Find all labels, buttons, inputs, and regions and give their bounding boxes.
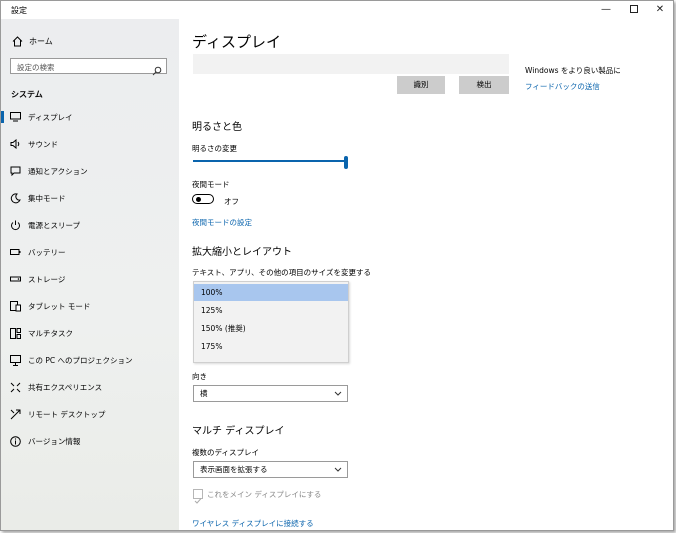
- sidebar-item-remote-desktop[interactable]: リモート デスクトップ: [1, 401, 179, 427]
- sidebar-item-label: 集中モード: [28, 193, 66, 203]
- sidebar-item-label: ストレージ: [28, 274, 66, 284]
- settings-window: 設定 — ✕ ホーム 設定の検索 システム ディスプレイ サウンド 通知とアクシ…: [0, 0, 674, 531]
- maximize-button[interactable]: [621, 3, 647, 17]
- display-preview-area[interactable]: [193, 54, 509, 74]
- sidebar-section-label: システム: [11, 90, 43, 99]
- brightness-slider-track[interactable]: [193, 160, 345, 162]
- detect-button[interactable]: 検出: [459, 76, 509, 94]
- sidebar-item-multitask[interactable]: マルチタスク: [1, 320, 179, 346]
- maximize-icon: [630, 5, 638, 13]
- search-icon: [152, 61, 162, 76]
- notification-icon: [8, 164, 22, 178]
- wireless-display-link[interactable]: ワイヤレス ディスプレイに接続する: [192, 518, 314, 529]
- projection-icon: [8, 353, 22, 367]
- sidebar-item-label: タブレット モード: [28, 301, 91, 311]
- main-display-checkbox-label: これをメイン ディスプレイにする: [207, 490, 322, 499]
- toggle-knob: [196, 197, 201, 202]
- scale-option[interactable]: 100%: [194, 284, 348, 301]
- storage-icon: [8, 272, 22, 286]
- scale-option[interactable]: 150% (推奨): [194, 320, 348, 337]
- window-title: 設定: [11, 6, 27, 15]
- night-mode-toggle[interactable]: [192, 194, 214, 204]
- home-icon: [11, 35, 23, 47]
- remote-desktop-icon: [8, 407, 22, 421]
- sidebar: ホーム 設定の検索 システム ディスプレイ サウンド 通知とアクション 集中モー…: [1, 19, 179, 530]
- sidebar-item-storage[interactable]: ストレージ: [1, 266, 179, 292]
- title-bar: 設定 — ✕: [1, 1, 673, 19]
- scale-option[interactable]: 175%: [194, 338, 348, 355]
- multitask-icon: [8, 326, 22, 340]
- search-placeholder: 設定の検索: [17, 63, 55, 72]
- sidebar-item-battery[interactable]: バッテリー: [1, 239, 179, 265]
- sidebar-item-display[interactable]: ディスプレイ: [1, 104, 179, 130]
- scale-option[interactable]: 125%: [194, 302, 348, 319]
- sidebar-item-shared-experience[interactable]: 共有エクスペリエンス: [1, 374, 179, 400]
- main-display-checkbox[interactable]: [193, 489, 203, 504]
- size-change-label: テキスト、アプリ、その他の項目のサイズを変更する: [192, 268, 371, 277]
- scale-layout-heading: 拡大縮小とレイアウト: [192, 247, 292, 258]
- info-icon: [8, 434, 22, 448]
- sidebar-item-label: ディスプレイ: [28, 112, 73, 122]
- sidebar-item-tablet-mode[interactable]: タブレット モード: [1, 293, 179, 319]
- brightness-label: 明るさの変更: [192, 144, 237, 153]
- sidebar-item-label: リモート デスクトップ: [28, 409, 106, 419]
- speaker-icon: [8, 137, 22, 151]
- brightness-heading: 明るさと色: [192, 122, 242, 133]
- shared-experience-icon: [8, 380, 22, 394]
- minimize-button[interactable]: —: [593, 3, 619, 17]
- brightness-slider-thumb[interactable]: [344, 156, 348, 169]
- monitor-icon: [8, 110, 22, 124]
- multiple-displays-label: 複数のディスプレイ: [192, 448, 259, 457]
- identify-button[interactable]: 識別: [397, 76, 445, 94]
- chevron-down-icon: [333, 386, 343, 401]
- checkmark-icon: [194, 498, 202, 504]
- orientation-label: 向き: [192, 372, 207, 381]
- sidebar-item-focus[interactable]: 集中モード: [1, 185, 179, 211]
- sidebar-item-label: バッテリー: [28, 247, 66, 257]
- feedback-link[interactable]: フィードバックの送信: [525, 81, 600, 92]
- moon-icon: [8, 191, 22, 205]
- orientation-select[interactable]: 横: [193, 385, 348, 402]
- main-content: ディスプレイ 識別 検出 Windows をより良い製品に フィードバックの送信…: [179, 19, 673, 530]
- night-mode-settings-link[interactable]: 夜間モードの設定: [192, 217, 252, 228]
- orientation-value: 横: [200, 389, 208, 398]
- multi-display-heading: マルチ ディスプレイ: [192, 426, 285, 437]
- sidebar-item-projection[interactable]: この PC へのプロジェクション: [1, 347, 179, 373]
- sidebar-item-label: 共有エクスペリエンス: [28, 382, 103, 392]
- close-button[interactable]: ✕: [647, 3, 673, 17]
- multiple-displays-value: 表示画面を拡張する: [200, 465, 268, 474]
- sidebar-item-label: 通知とアクション: [28, 166, 88, 176]
- feedback-text: Windows をより良い製品に: [525, 66, 621, 75]
- sidebar-item-label: バージョン情報: [28, 436, 81, 446]
- night-mode-label: 夜間モード: [192, 180, 230, 189]
- active-indicator: [1, 111, 4, 123]
- sidebar-item-notifications[interactable]: 通知とアクション: [1, 158, 179, 184]
- sidebar-home[interactable]: ホーム: [11, 35, 53, 47]
- search-input[interactable]: 設定の検索: [10, 58, 167, 76]
- night-mode-state: オフ: [224, 197, 239, 206]
- sidebar-home-label: ホーム: [29, 36, 53, 46]
- page-title: ディスプレイ: [192, 33, 281, 51]
- chevron-down-icon: [333, 462, 343, 477]
- sidebar-item-label: この PC へのプロジェクション: [28, 355, 133, 365]
- sidebar-item-label: サウンド: [28, 139, 58, 149]
- sidebar-item-about[interactable]: バージョン情報: [1, 428, 179, 454]
- battery-icon: [8, 245, 22, 259]
- sidebar-item-sound[interactable]: サウンド: [1, 131, 179, 157]
- multiple-displays-select[interactable]: 表示画面を拡張する: [193, 461, 348, 478]
- sidebar-item-label: 電源とスリープ: [28, 220, 81, 230]
- sidebar-item-label: マルチタスク: [28, 328, 73, 338]
- power-icon: [8, 218, 22, 232]
- tablet-icon: [8, 299, 22, 313]
- scale-dropdown-list[interactable]: 100% 125% 150% (推奨) 175%: [193, 281, 349, 363]
- sidebar-item-power[interactable]: 電源とスリープ: [1, 212, 179, 238]
